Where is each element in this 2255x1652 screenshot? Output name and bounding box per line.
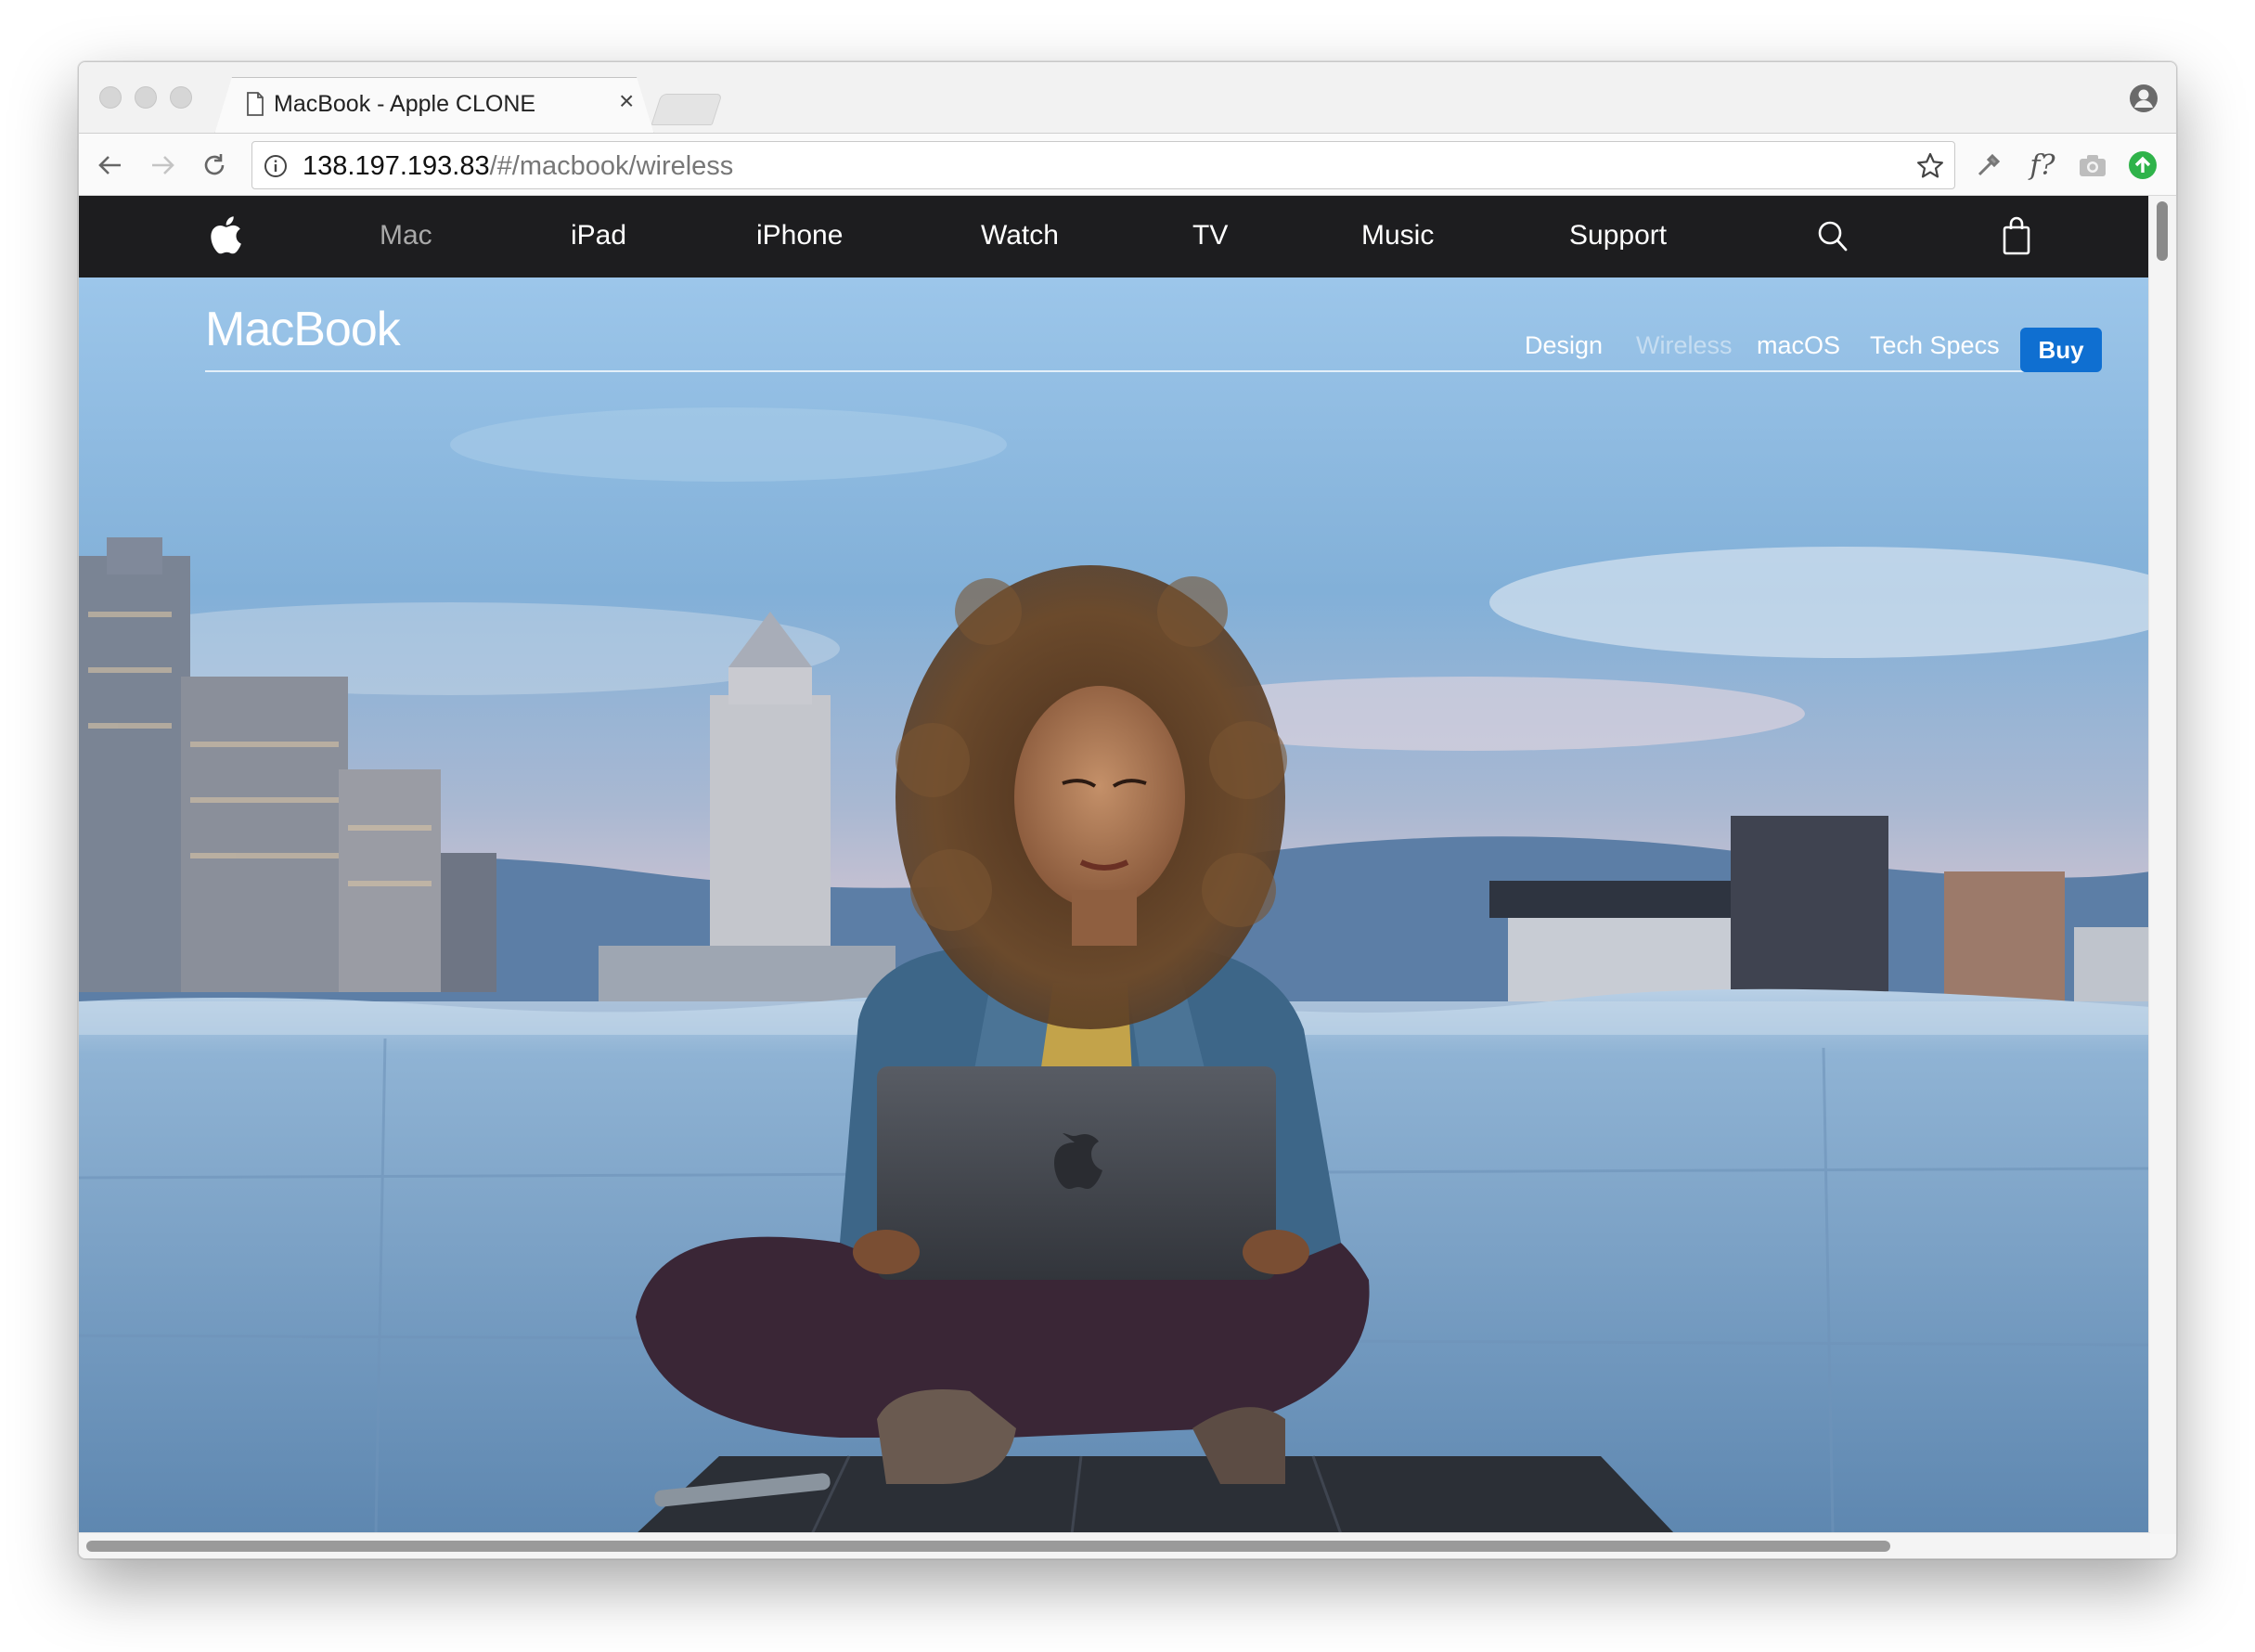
star-icon[interactable]: [1915, 151, 1945, 181]
shopping-bag-icon[interactable]: [2002, 216, 2031, 255]
extension-button[interactable]: f?: [2020, 147, 2065, 184]
tab-strip: MacBook - Apple CLONE ×: [79, 62, 2176, 135]
zoom-window-button[interactable]: [170, 86, 192, 109]
url-path: /#/macbook/wireless: [489, 151, 734, 181]
horizontal-scroll-thumb[interactable]: [86, 1541, 1890, 1552]
global-nav-mac[interactable]: Mac: [380, 220, 432, 252]
buy-button[interactable]: Buy: [2020, 328, 2102, 372]
extension-label: f?: [2030, 148, 2055, 182]
new-tab-button[interactable]: [651, 94, 723, 125]
local-nav-title[interactable]: MacBook: [205, 302, 401, 357]
global-nav-watch[interactable]: Watch: [981, 220, 1059, 252]
hero-image: MacBook Design Wireless macOS Tech Specs…: [79, 277, 2150, 1534]
global-nav-music[interactable]: Music: [1361, 220, 1434, 252]
rooftop-scene: [79, 277, 2150, 1534]
local-nav: MacBook Design Wireless macOS Tech Specs…: [205, 296, 2102, 372]
vertical-scrollbar[interactable]: [2148, 196, 2176, 1534]
browser-toolbar: 138.197.193.83/#/macbook/wireless f?: [79, 133, 2176, 196]
browser-window: MacBook - Apple CLONE × 138.197.193.83/#…: [78, 61, 2177, 1559]
apple-logo-icon[interactable]: [209, 214, 242, 255]
minimize-window-button[interactable]: [135, 86, 157, 109]
horizontal-scrollbar[interactable]: [79, 1532, 2150, 1558]
back-arrow-icon[interactable]: [92, 147, 129, 184]
global-nav-tv[interactable]: TV: [1192, 220, 1228, 252]
camera-icon[interactable]: [2074, 147, 2111, 184]
global-nav: Mac iPad iPhone Watch TV Music Support: [79, 196, 2150, 277]
info-icon[interactable]: [264, 154, 288, 178]
reload-icon[interactable]: [196, 147, 233, 184]
upload-icon[interactable]: [2124, 147, 2161, 184]
local-nav-design[interactable]: Design: [1525, 331, 1603, 360]
url-text: 138.197.193.83/#/macbook/wireless: [303, 151, 733, 182]
forward-arrow-icon[interactable]: [144, 147, 181, 184]
tab-close-icon[interactable]: ×: [619, 88, 634, 114]
document-icon: [247, 92, 264, 116]
global-nav-iphone[interactable]: iPhone: [756, 220, 843, 252]
tab-title: MacBook - Apple CLONE: [274, 91, 536, 117]
global-nav-ipad[interactable]: iPad: [571, 220, 626, 252]
url-host: 138.197.193.83: [303, 151, 490, 181]
page-viewport: Mac iPad iPhone Watch TV Music Support M…: [79, 196, 2150, 1534]
address-bar[interactable]: 138.197.193.83/#/macbook/wireless: [251, 141, 1955, 189]
search-icon[interactable]: [1816, 218, 1849, 255]
local-nav-wireless[interactable]: Wireless: [1636, 331, 1733, 360]
global-nav-support[interactable]: Support: [1569, 220, 1667, 252]
eyedropper-icon[interactable]: [1970, 147, 2007, 184]
local-nav-macos[interactable]: macOS: [1757, 331, 1840, 360]
profile-icon[interactable]: [2128, 83, 2159, 114]
vertical-scroll-thumb[interactable]: [2157, 201, 2168, 261]
local-nav-tech-specs[interactable]: Tech Specs: [1870, 331, 2000, 360]
close-window-button[interactable]: [99, 86, 122, 109]
